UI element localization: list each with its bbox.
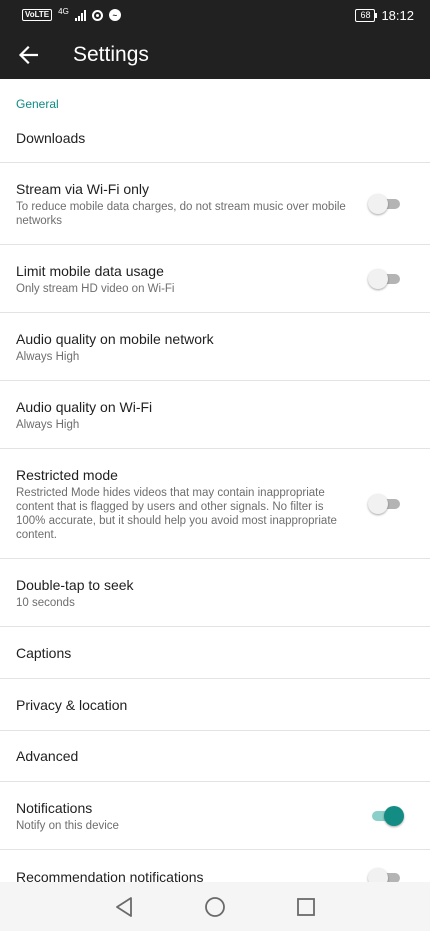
arrow-back-icon: [18, 45, 38, 64]
setting-title: Privacy & location: [16, 696, 128, 713]
notifications-toggle[interactable]: [368, 805, 404, 826]
network-type: 4G: [58, 7, 69, 16]
setting-title: Restricted mode: [16, 466, 118, 483]
setting-title: Notifications: [16, 799, 93, 816]
setting-restricted-mode[interactable]: Restricted mode Restricted Mode hides vi…: [0, 449, 430, 559]
restricted-mode-toggle[interactable]: [368, 493, 404, 514]
setting-audio-quality-wifi[interactable]: Audio quality on Wi-Fi Always High: [0, 381, 430, 449]
setting-subtitle: To reduce mobile data charges, do not st…: [16, 200, 346, 227]
setting-privacy-location[interactable]: Privacy & location: [0, 679, 430, 731]
volte-icon: VoLTE: [22, 9, 53, 21]
limit-mobile-data-toggle[interactable]: [368, 268, 404, 289]
section-header-general: General: [16, 97, 59, 111]
signal-icon: [74, 9, 86, 21]
setting-notifications[interactable]: Notifications Notify on this device: [0, 782, 430, 850]
square-recents-icon: [297, 897, 316, 916]
nav-back-button[interactable]: [104, 887, 144, 927]
setting-stream-wifi-only[interactable]: Stream via Wi-Fi only To reduce mobile d…: [0, 163, 430, 245]
setting-advanced[interactable]: Advanced: [0, 731, 430, 782]
setting-title: Recommendation notifications: [16, 869, 204, 882]
setting-subtitle: Always High: [16, 418, 80, 431]
setting-limit-mobile-data[interactable]: Limit mobile data usage Only stream HD v…: [0, 245, 430, 313]
setting-title: Captions: [16, 644, 72, 661]
triangle-back-icon: [115, 896, 132, 917]
battery-icon: 68: [355, 8, 378, 22]
page-title: Settings: [73, 42, 149, 66]
stream-wifi-only-toggle[interactable]: [368, 193, 404, 214]
toggle-thumb: [368, 268, 388, 289]
setting-subtitle: 10 seconds: [16, 596, 75, 609]
setting-title: Audio quality on Wi-Fi: [16, 398, 153, 415]
back-button[interactable]: [0, 30, 56, 79]
messenger-icon: ~: [108, 9, 121, 21]
recommendation-notifications-toggle[interactable]: [368, 868, 404, 882]
circle-home-icon: [205, 896, 225, 917]
setting-title: Stream via Wi-Fi only: [16, 180, 150, 197]
setting-recommendation-notifications[interactable]: Recommendation notifications: [0, 850, 430, 882]
toggle-thumb: [384, 805, 404, 826]
setting-title: Advanced: [16, 748, 79, 764]
setting-downloads[interactable]: Downloads: [0, 113, 430, 163]
setting-subtitle: Always High: [16, 350, 80, 363]
toggle-thumb: [368, 868, 388, 882]
system-nav-bar: [0, 882, 430, 931]
setting-audio-quality-mobile[interactable]: Audio quality on mobile network Always H…: [0, 313, 430, 381]
setting-subtitle: Only stream HD video on Wi-Fi: [16, 282, 175, 295]
status-bar-left: VoLTE 4G ~: [22, 7, 121, 21]
setting-double-tap-seek[interactable]: Double-tap to seek 10 seconds: [0, 559, 430, 627]
setting-title: Downloads: [16, 129, 86, 146]
clock: 18:12: [381, 7, 414, 23]
setting-title: Limit mobile data usage: [16, 262, 164, 279]
nav-recents-button[interactable]: [286, 887, 326, 927]
toggle-thumb: [368, 493, 388, 514]
nav-home-button[interactable]: [195, 887, 235, 927]
setting-subtitle: Restricted Mode hides videos that may co…: [16, 486, 337, 541]
app-bar: Settings: [0, 30, 430, 79]
setting-title: Audio quality on mobile network: [16, 330, 214, 347]
settings-list: General Downloads Stream via Wi-Fi only …: [0, 79, 430, 882]
setting-title: Double-tap to seek: [16, 576, 134, 593]
toggle-thumb: [368, 193, 388, 214]
notification-app-icon: [91, 9, 103, 21]
status-bar: VoLTE 4G ~ 68 18:12: [0, 0, 430, 30]
status-bar-right: 68 18:12: [355, 8, 414, 23]
setting-subtitle: Notify on this device: [16, 819, 119, 832]
setting-captions[interactable]: Captions: [0, 627, 430, 679]
